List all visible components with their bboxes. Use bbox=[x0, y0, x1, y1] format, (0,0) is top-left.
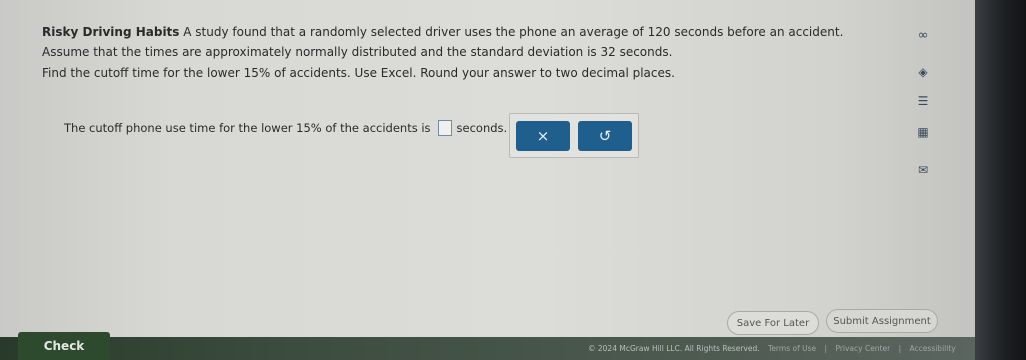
infinity-icon[interactable]: ∞ bbox=[912, 28, 934, 43]
app-window: Risky Driving Habits A study found that … bbox=[0, 0, 975, 360]
footer-privacy-link[interactable]: Privacy Center bbox=[835, 344, 890, 353]
undo-button[interactable]: ↺ bbox=[578, 121, 632, 151]
answer-line: The cutoff phone use time for the lower … bbox=[64, 120, 507, 136]
compass-icon[interactable]: ◈ bbox=[912, 65, 934, 79]
question-text: Risky Driving Habits A study found that … bbox=[42, 22, 892, 62]
footer: © 2024 McGraw Hill LLC. All Rights Reser… bbox=[588, 344, 956, 353]
submit-assignment-button[interactable]: Submit Assignment bbox=[826, 309, 938, 333]
answer-prefix: The cutoff phone use time for the lower … bbox=[64, 121, 431, 135]
footer-accessibility-link[interactable]: Accessibility bbox=[910, 344, 956, 353]
calculator-icon[interactable]: ▦ bbox=[912, 125, 934, 139]
instruction-text: Find the cutoff time for the lower 15% o… bbox=[42, 66, 675, 80]
footer-copyright: © 2024 McGraw Hill LLC. All Rights Reser… bbox=[588, 344, 760, 353]
answer-tools-panel: × ↺ bbox=[509, 113, 639, 158]
notes-icon[interactable]: ☰ bbox=[912, 94, 934, 108]
answer-input[interactable] bbox=[437, 120, 452, 136]
footer-terms-link[interactable]: Terms of Use bbox=[768, 344, 816, 353]
clear-button[interactable]: × bbox=[516, 121, 570, 151]
monitor-bezel bbox=[975, 0, 1026, 360]
question-title: Risky Driving Habits bbox=[42, 25, 180, 39]
mail-icon[interactable]: ✉ bbox=[912, 163, 934, 177]
check-button[interactable]: Check bbox=[18, 332, 110, 360]
answer-suffix: seconds. bbox=[456, 121, 508, 135]
save-for-later-button[interactable]: Save For Later bbox=[727, 311, 819, 335]
